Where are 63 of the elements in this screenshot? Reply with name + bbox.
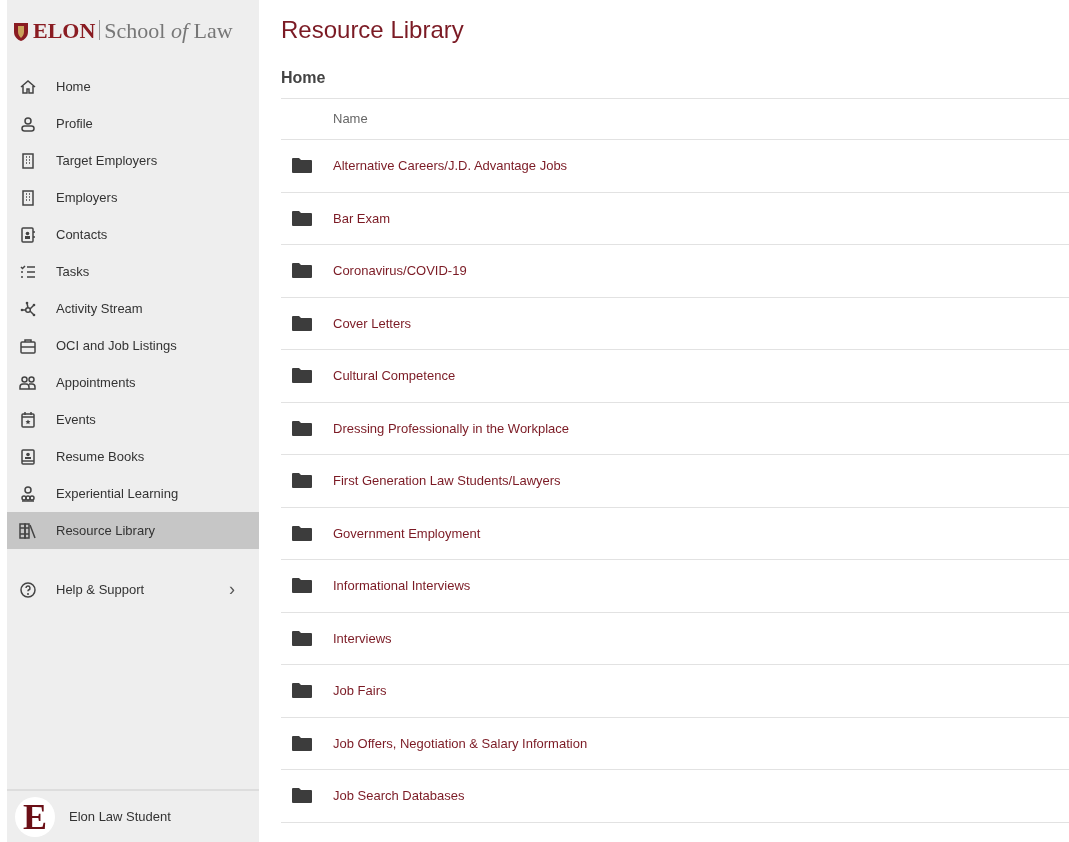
folder-icon (291, 314, 313, 332)
home-icon (19, 77, 37, 96)
folder-link[interactable]: Interviews (333, 628, 392, 648)
folder-link[interactable]: Bar Exam (333, 208, 391, 228)
column-header[interactable]: Name (333, 109, 368, 129)
sidebar-item[interactable]: Experiential Learning (7, 475, 259, 512)
folder-link[interactable]: Alternative Careers/J.D. Advantage Jobs (333, 156, 568, 176)
folder-link[interactable]: Cover Letters (333, 313, 412, 333)
help-support-link[interactable]: Help & Support › (7, 571, 259, 608)
network-icon (19, 299, 37, 318)
folder-icon (291, 157, 313, 175)
folder-icon (291, 209, 313, 227)
user-avatar: E (15, 796, 55, 837)
sidebar-item[interactable]: Activity Stream (7, 290, 259, 327)
people-icon (19, 373, 37, 392)
folder-link[interactable]: Dressing Professionally in the Workplace (333, 418, 570, 438)
folder-link[interactable]: Informational Interviews (333, 576, 471, 596)
folder-icon (291, 682, 313, 700)
sidebar-item[interactable]: Home (7, 68, 259, 105)
folder-icon (291, 367, 313, 385)
folder-icon (291, 262, 313, 280)
building-icon (19, 151, 37, 170)
user-name: Elon Law Student (69, 807, 171, 826)
briefcase-icon (19, 336, 37, 355)
help-icon (19, 580, 37, 599)
sidebar-item[interactable]: Resume Books (7, 438, 259, 475)
folder-icon (291, 419, 313, 437)
sidebar-item[interactable]: Tasks (7, 253, 259, 290)
group-icon (19, 484, 37, 503)
logo-subtitle: School of Law (104, 20, 233, 42)
books-icon (19, 521, 37, 540)
folder-link[interactable]: Job Search Databases (333, 786, 465, 806)
sidebar-item[interactable]: Target Employers (7, 142, 259, 179)
sidebar-item[interactable]: Profile (7, 105, 259, 142)
shield-logo-icon (13, 22, 29, 42)
folder-link[interactable]: First Generation Law Students/Lawyers (333, 471, 561, 491)
contact-card-icon (19, 225, 37, 244)
folder-icon (291, 524, 313, 542)
sidebar-item[interactable]: Contacts (7, 216, 259, 253)
folder-link[interactable]: Job Fairs (333, 681, 387, 701)
sidebar-item[interactable]: Employers (7, 179, 259, 216)
folder-icon (291, 787, 313, 805)
person-icon (19, 114, 37, 133)
calendar-icon (19, 410, 37, 429)
sidebar-item[interactable]: Events (7, 401, 259, 438)
sidebar-item[interactable]: Resource Library (7, 512, 259, 549)
sidebar-item[interactable]: Appointments (7, 364, 259, 401)
sidebar-item[interactable]: OCI and Job Listings (7, 327, 259, 364)
logo-brand: ELON (33, 20, 96, 42)
breadcrumb: Home (281, 68, 327, 88)
folder-icon (291, 629, 313, 647)
folder-link[interactable]: Coronavirus/COVID-19 (333, 261, 467, 281)
folder-icon (291, 577, 313, 595)
building-icon (19, 188, 37, 207)
folder-icon (291, 734, 313, 752)
resume-book-icon (19, 447, 37, 466)
folder-icon (291, 472, 313, 490)
folder-link[interactable]: Government Employment (333, 523, 481, 543)
checklist-icon (19, 262, 37, 281)
folder-link[interactable]: Cultural Competence (333, 366, 456, 386)
logo-divider (99, 20, 101, 40)
folder-link[interactable]: Job Offers, Negotiation & Salary Information (333, 733, 588, 753)
page-title: Resource Library (281, 15, 465, 45)
